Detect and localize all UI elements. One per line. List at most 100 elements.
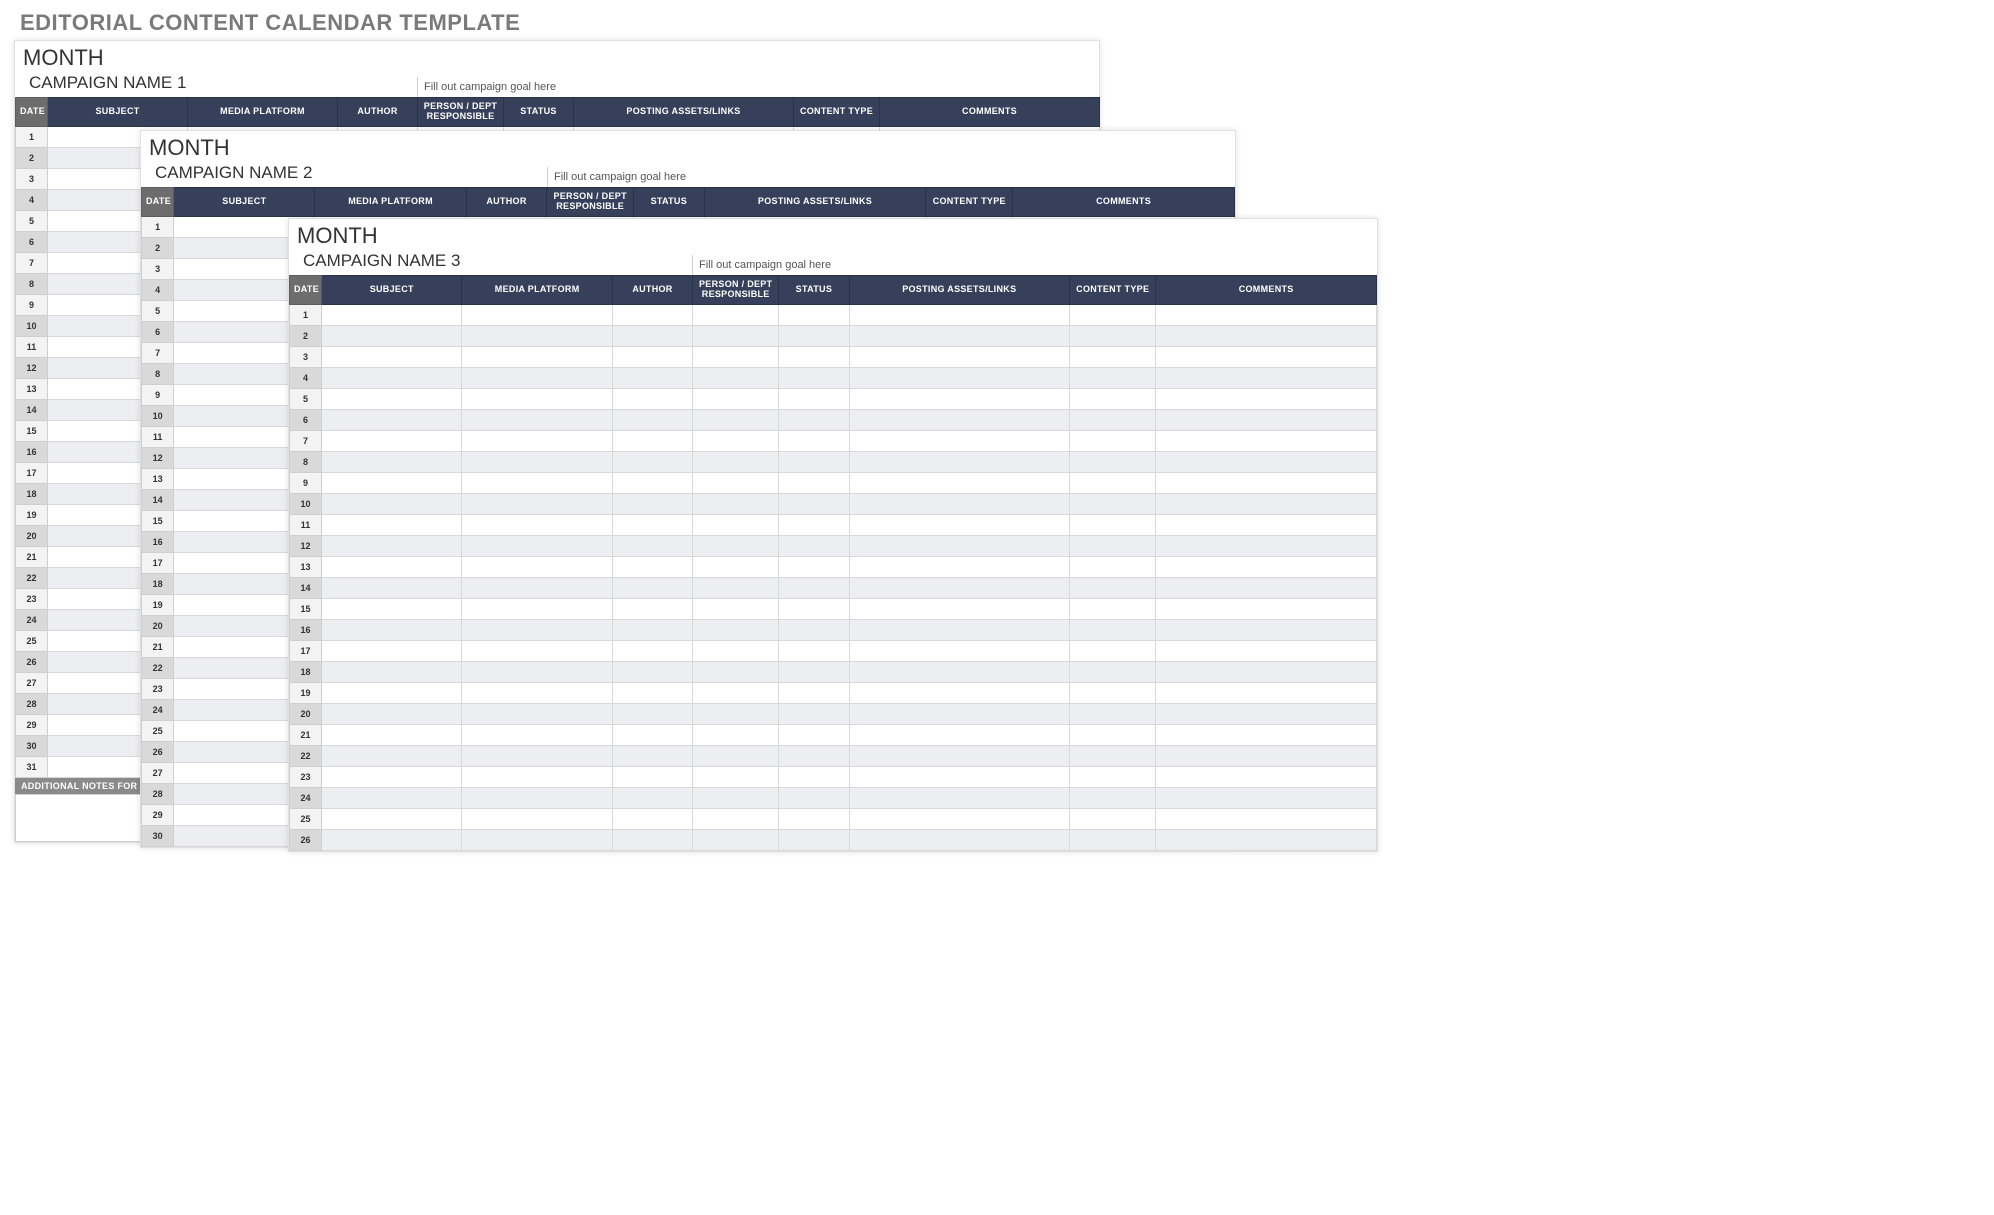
data-cell[interactable]: [1070, 808, 1156, 829]
data-cell[interactable]: [462, 724, 612, 745]
data-cell[interactable]: [462, 829, 612, 850]
data-cell[interactable]: [1156, 808, 1377, 829]
data-cell[interactable]: [322, 724, 462, 745]
data-cell[interactable]: [322, 703, 462, 724]
data-cell[interactable]: [322, 304, 462, 325]
data-cell[interactable]: [1156, 787, 1377, 808]
data-cell[interactable]: [849, 745, 1070, 766]
data-cell[interactable]: [849, 682, 1070, 703]
data-cell[interactable]: [612, 577, 692, 598]
data-cell[interactable]: [462, 325, 612, 346]
data-cell[interactable]: [693, 787, 779, 808]
data-cell[interactable]: [849, 493, 1070, 514]
data-cell[interactable]: [779, 829, 849, 850]
data-cell[interactable]: [462, 535, 612, 556]
data-cell[interactable]: [612, 661, 692, 682]
data-cell[interactable]: [693, 598, 779, 619]
data-cell[interactable]: [693, 535, 779, 556]
data-cell[interactable]: [849, 661, 1070, 682]
data-cell[interactable]: [462, 409, 612, 430]
data-cell[interactable]: [779, 619, 849, 640]
data-cell[interactable]: [779, 493, 849, 514]
data-cell[interactable]: [612, 640, 692, 661]
data-cell[interactable]: [849, 388, 1070, 409]
data-cell[interactable]: [462, 703, 612, 724]
data-cell[interactable]: [322, 451, 462, 472]
data-cell[interactable]: [462, 556, 612, 577]
data-cell[interactable]: [779, 724, 849, 745]
data-cell[interactable]: [779, 535, 849, 556]
data-cell[interactable]: [1070, 430, 1156, 451]
data-cell[interactable]: [462, 661, 612, 682]
data-cell[interactable]: [1070, 661, 1156, 682]
data-cell[interactable]: [612, 787, 692, 808]
data-cell[interactable]: [693, 451, 779, 472]
data-cell[interactable]: [849, 619, 1070, 640]
data-cell[interactable]: [693, 493, 779, 514]
data-cell[interactable]: [612, 367, 692, 388]
data-cell[interactable]: [1156, 598, 1377, 619]
data-cell[interactable]: [322, 577, 462, 598]
data-cell[interactable]: [1070, 829, 1156, 850]
data-cell[interactable]: [693, 808, 779, 829]
data-cell[interactable]: [779, 430, 849, 451]
data-cell[interactable]: [693, 829, 779, 850]
data-cell[interactable]: [779, 409, 849, 430]
data-cell[interactable]: [849, 766, 1070, 787]
data-cell[interactable]: [849, 346, 1070, 367]
data-cell[interactable]: [1070, 535, 1156, 556]
data-cell[interactable]: [322, 493, 462, 514]
data-cell[interactable]: [849, 514, 1070, 535]
data-cell[interactable]: [1156, 619, 1377, 640]
data-cell[interactable]: [1156, 367, 1377, 388]
data-cell[interactable]: [1070, 745, 1156, 766]
data-cell[interactable]: [693, 367, 779, 388]
data-cell[interactable]: [1156, 388, 1377, 409]
data-cell[interactable]: [462, 388, 612, 409]
data-cell[interactable]: [1070, 388, 1156, 409]
data-cell[interactable]: [779, 661, 849, 682]
data-cell[interactable]: [462, 787, 612, 808]
data-cell[interactable]: [849, 367, 1070, 388]
data-cell[interactable]: [1070, 724, 1156, 745]
data-cell[interactable]: [612, 829, 692, 850]
data-cell[interactable]: [693, 724, 779, 745]
data-cell[interactable]: [322, 640, 462, 661]
data-cell[interactable]: [612, 724, 692, 745]
data-cell[interactable]: [693, 304, 779, 325]
data-cell[interactable]: [1156, 514, 1377, 535]
data-cell[interactable]: [693, 682, 779, 703]
data-cell[interactable]: [779, 346, 849, 367]
data-cell[interactable]: [462, 346, 612, 367]
data-cell[interactable]: [612, 514, 692, 535]
data-cell[interactable]: [1070, 640, 1156, 661]
data-cell[interactable]: [1070, 409, 1156, 430]
data-cell[interactable]: [612, 493, 692, 514]
data-cell[interactable]: [1156, 745, 1377, 766]
data-cell[interactable]: [1156, 829, 1377, 850]
data-cell[interactable]: [322, 346, 462, 367]
data-cell[interactable]: [693, 409, 779, 430]
data-cell[interactable]: [693, 472, 779, 493]
data-cell[interactable]: [322, 556, 462, 577]
data-cell[interactable]: [1156, 640, 1377, 661]
data-cell[interactable]: [612, 325, 692, 346]
data-cell[interactable]: [462, 451, 612, 472]
data-cell[interactable]: [612, 451, 692, 472]
data-cell[interactable]: [849, 787, 1070, 808]
data-cell[interactable]: [1070, 451, 1156, 472]
data-cell[interactable]: [462, 493, 612, 514]
data-cell[interactable]: [849, 535, 1070, 556]
data-cell[interactable]: [612, 745, 692, 766]
data-cell[interactable]: [462, 514, 612, 535]
data-cell[interactable]: [779, 325, 849, 346]
data-cell[interactable]: [1070, 514, 1156, 535]
data-cell[interactable]: [1156, 304, 1377, 325]
data-cell[interactable]: [693, 514, 779, 535]
data-cell[interactable]: [462, 472, 612, 493]
data-cell[interactable]: [612, 619, 692, 640]
data-cell[interactable]: [693, 661, 779, 682]
data-cell[interactable]: [779, 787, 849, 808]
data-cell[interactable]: [779, 808, 849, 829]
data-cell[interactable]: [612, 703, 692, 724]
